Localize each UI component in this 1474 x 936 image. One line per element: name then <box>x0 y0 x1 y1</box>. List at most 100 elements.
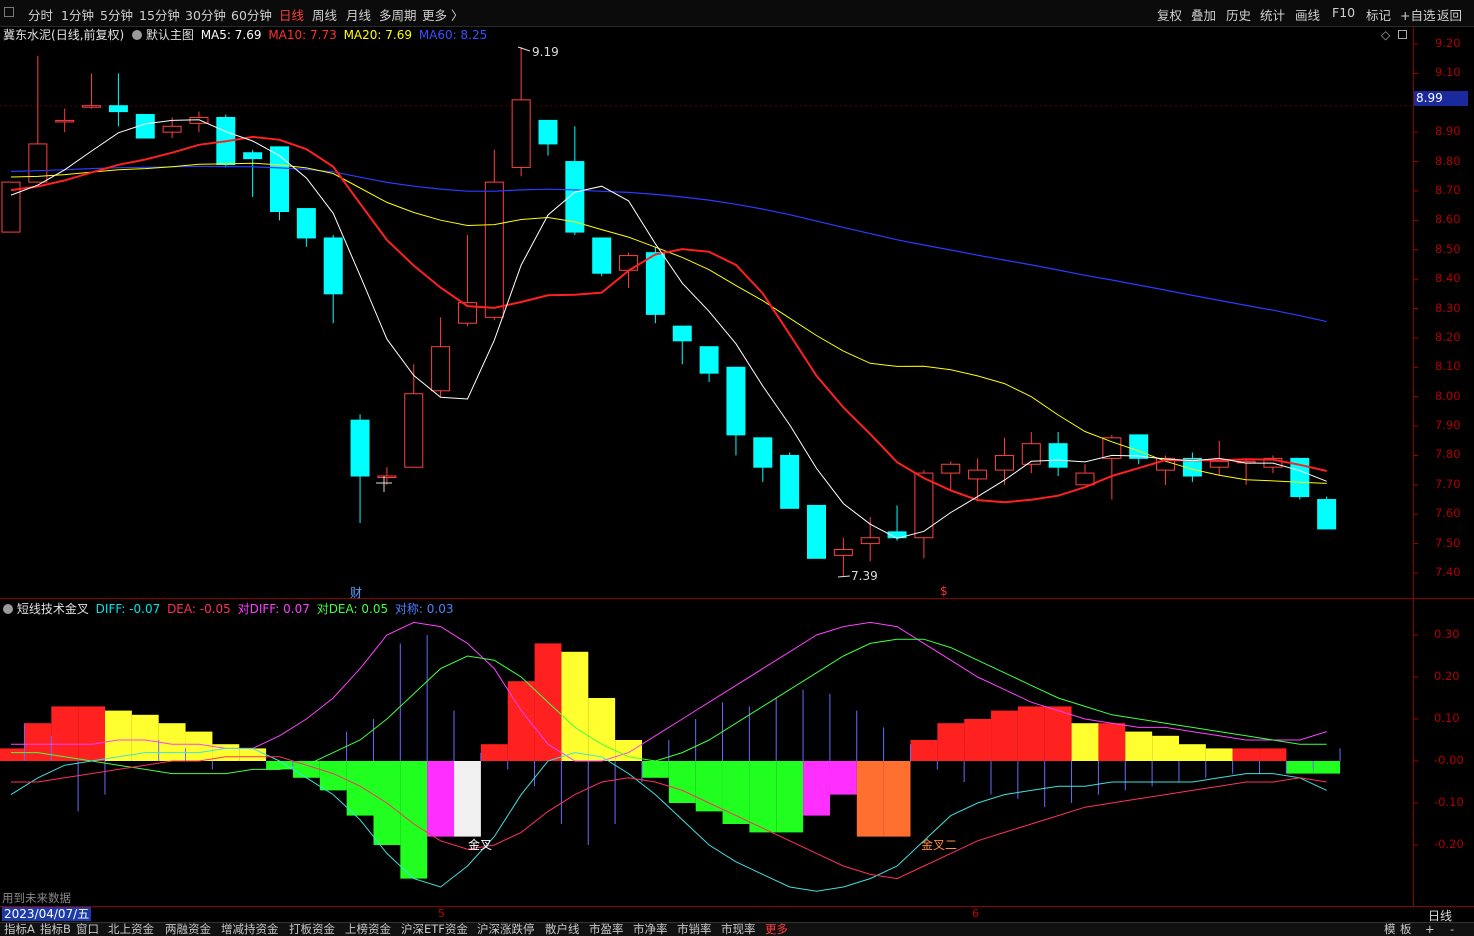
indicator-bar <box>910 740 938 761</box>
indicator-bar <box>561 651 589 761</box>
indicator-bar <box>105 710 132 761</box>
f10-button[interactable]: F10 <box>1332 5 1355 20</box>
candle-body <box>860 537 880 545</box>
tab-5min[interactable]: 5分钟 <box>100 5 133 24</box>
price-tick-label: 8.40 <box>1435 271 1461 286</box>
tab-monthly[interactable]: 月线 <box>346 5 371 24</box>
indicator-bar <box>131 714 159 761</box>
tab-30min[interactable]: 30分钟 <box>185 5 226 24</box>
dividend-marker[interactable]: $ <box>940 584 948 598</box>
tab-60min[interactable]: 60分钟 <box>231 5 272 24</box>
low-price-label: 7.39 <box>851 569 878 583</box>
panel-separator <box>0 598 1474 599</box>
template-button[interactable]: 模 <box>1384 923 1396 936</box>
indicator-dropdown-icon[interactable] <box>3 604 13 614</box>
financial-report-marker[interactable]: 财 <box>350 584 362 601</box>
tab-1min[interactable]: 1分钟 <box>61 5 94 24</box>
indicator-bar <box>1313 761 1341 774</box>
indicator-bar <box>749 761 777 833</box>
indicator-bar <box>480 744 508 761</box>
main-info-line: 冀东水泥(日线,前复权) 默认主图 MA5: 7.69 MA10: 7.73 M… <box>3 26 487 42</box>
indicator-bar <box>668 761 696 803</box>
candle-body <box>1021 443 1041 465</box>
price-tick-label: 8.60 <box>1435 212 1461 227</box>
ma60-line <box>10 165 1327 323</box>
tab-indicator-b[interactable]: 指标B <box>40 923 71 936</box>
tab-pcf[interactable]: 市现率 <box>721 923 756 936</box>
price-tick-label: 9.20 <box>1435 36 1461 50</box>
stats-button[interactable]: 统计 <box>1260 5 1285 24</box>
tab-15min[interactable]: 15分钟 <box>139 5 180 24</box>
ma20-value: MA20: 7.69 <box>343 28 412 42</box>
price-tick-label: 7.70 <box>1435 476 1461 491</box>
tab-window[interactable]: 窗口 <box>76 923 99 936</box>
tab-ps[interactable]: 市销率 <box>677 923 712 936</box>
diamond-icon[interactable]: ◇ <box>1381 28 1390 42</box>
tab-etf-funds[interactable]: 沪深ETF资金 <box>401 923 468 936</box>
tab-top-list-funds[interactable]: 上榜资金 <box>345 923 391 936</box>
candle-body <box>1 181 21 233</box>
tab-multi-period[interactable]: 多周期 <box>379 5 417 24</box>
candle-body <box>1048 443 1068 468</box>
indicator-info-line: 短线技术金叉 DIFF: -0.07 DEA: -0.05 对DIFF: 0.0… <box>3 600 454 616</box>
ma5-value: MA5: 7.69 <box>200 28 262 42</box>
board-button[interactable]: 板 <box>1400 923 1412 936</box>
zoom-out-button[interactable]: - <box>1450 923 1454 936</box>
candle-body <box>28 143 48 183</box>
tab-holdings-change[interactable]: 增减持资金 <box>221 923 279 936</box>
indicator-bar <box>507 681 535 761</box>
tab-daily[interactable]: 日线 <box>279 5 304 24</box>
tab-retail-line[interactable]: 散户线 <box>545 923 580 936</box>
indicator-bar <box>1259 748 1287 761</box>
candle-body <box>833 548 853 556</box>
indicator-bar <box>776 761 804 833</box>
candle-body <box>1129 434 1149 459</box>
tab-limit-up-funds[interactable]: 打板资金 <box>289 923 335 936</box>
add-watchlist-button[interactable]: +自选 <box>1400 5 1435 24</box>
future-data-note: 用到未来数据 <box>2 891 71 905</box>
tab-margin[interactable]: 两融资金 <box>165 923 211 936</box>
back-button[interactable]: 返回 <box>1437 5 1462 24</box>
price-tick-label: 8.20 <box>1435 329 1461 344</box>
overlay-button[interactable]: 叠加 <box>1191 5 1216 24</box>
candle-body <box>807 504 826 559</box>
candle-body <box>565 161 585 233</box>
rel-dea-value: 对DEA: 0.05 <box>316 602 389 616</box>
tab-more[interactable]: 更多 〉 <box>422 5 463 24</box>
tab-pb[interactable]: 市净率 <box>633 923 668 936</box>
mark-button[interactable]: 标记 <box>1366 5 1391 24</box>
tab-indicator-a[interactable]: 指标A <box>4 923 35 936</box>
price-tick-label: 8.10 <box>1435 359 1461 374</box>
history-button[interactable]: 历史 <box>1226 5 1251 24</box>
indicator-bar <box>856 761 884 837</box>
template-name[interactable]: 默认主图 <box>146 28 194 42</box>
candle-body <box>323 237 343 295</box>
tab-northbound[interactable]: 北上资金 <box>108 923 154 936</box>
tab-weekly[interactable]: 周线 <box>312 5 337 24</box>
maximize-icon[interactable] <box>1398 30 1407 39</box>
zoom-in-button[interactable]: + <box>1425 923 1435 936</box>
adjust-button[interactable]: 复权 <box>1157 5 1182 24</box>
dropdown-circle-icon[interactable] <box>132 30 143 40</box>
indicator-bar <box>588 698 616 761</box>
tab-limit-stats[interactable]: 沪深涨跌停 <box>477 923 535 936</box>
kline-chart[interactable] <box>0 0 1474 935</box>
tab-pe[interactable]: 市盈率 <box>589 923 624 936</box>
candle-body <box>1317 499 1337 530</box>
tab-more-indicators[interactable]: 更多 <box>765 923 788 936</box>
candle-body <box>457 302 477 324</box>
period-toolbar: 分时 1分钟 5分钟 15分钟 30分钟 60分钟 日线 周线 月线 多周期 更… <box>0 0 1474 27</box>
stock-name[interactable]: 冀东水泥 <box>3 28 51 42</box>
collapse-icon[interactable] <box>4 7 14 17</box>
candle-body <box>270 146 289 213</box>
indicator-bar <box>24 723 52 761</box>
candle-body <box>968 469 988 480</box>
tab-fenshi[interactable]: 分时 <box>28 5 53 24</box>
indicator-bar <box>883 761 911 837</box>
draw-button[interactable]: 画线 <box>1295 5 1320 24</box>
indicator-bar <box>1232 748 1260 761</box>
indicator-bar <box>1152 735 1179 761</box>
candle-body <box>1156 457 1176 471</box>
indicator-bar <box>346 761 374 816</box>
indicator-name[interactable]: 短线技术金叉 <box>17 602 89 616</box>
